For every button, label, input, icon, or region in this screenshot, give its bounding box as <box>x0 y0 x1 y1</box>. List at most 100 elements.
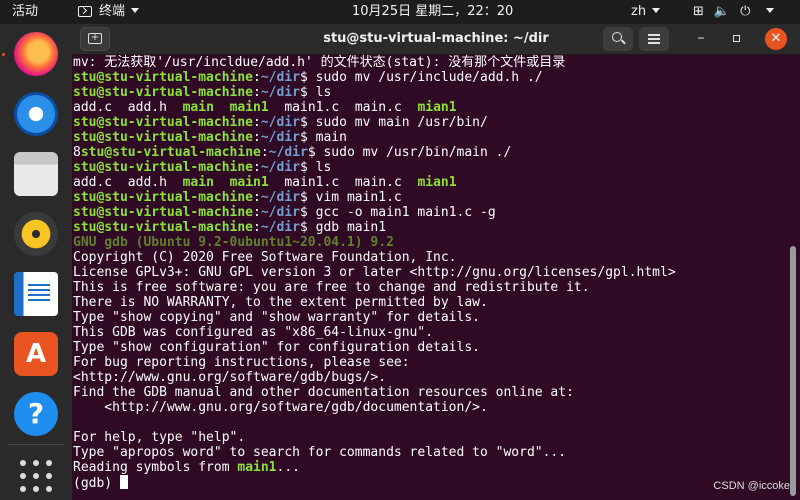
output-line: mv: 无法获取'/usr/incldue/add.h' 的文件状态(stat)… <box>73 55 566 70</box>
input-method-label: zh <box>631 4 647 19</box>
output-line: For help, type "help". <box>73 430 246 445</box>
chevron-down-icon <box>131 8 140 13</box>
chevron-down-icon <box>766 8 775 13</box>
prompt-symbol: $ <box>299 190 308 205</box>
file-name: main1.c <box>284 100 340 115</box>
rhythmbox-icon[interactable] <box>14 212 58 256</box>
dock-divider <box>8 444 64 445</box>
input-method-menu[interactable]: zh <box>631 0 661 24</box>
title-bar[interactable]: stu@stu-virtual-machine: ~/dir + – ✕ <box>72 24 800 55</box>
command-line: stu@stu-virtual-machine:~/dir$ ls <box>73 85 331 100</box>
gdb-prompt: (gdb) <box>73 476 120 491</box>
gdb-prompt-line: (gdb) <box>73 475 128 491</box>
minimize-button[interactable]: – <box>691 27 711 51</box>
search-button[interactable] <box>603 27 633 51</box>
command-line: stu@stu-virtual-machine:~/dir$ gdb main1 <box>73 220 386 235</box>
help-icon[interactable]: ? <box>14 392 58 436</box>
prompt-symbol: $ <box>299 85 308 100</box>
output-line: There is NO WARRANTY, to the extent perm… <box>73 295 488 310</box>
maximize-button[interactable] <box>727 27 747 51</box>
file-name: main1 <box>229 100 269 115</box>
prompt-separator: : <box>253 160 261 175</box>
command-text: ls <box>307 85 332 100</box>
activities-button[interactable]: 活动 <box>12 0 38 24</box>
command-line: stu@stu-virtual-machine:~/dir$ ls <box>73 160 331 175</box>
close-button[interactable]: ✕ <box>765 28 787 50</box>
output-line: Find the GDB manual and other documentat… <box>73 385 574 400</box>
prompt-separator: : <box>253 130 261 145</box>
prompt-separator: : <box>253 85 261 100</box>
prompt-path: ~/dir <box>260 190 300 205</box>
prompt-user-host: stu@stu-virtual-machine <box>73 70 254 85</box>
command-line: stu@stu-virtual-machine:~/dir$ sudo mv m… <box>73 115 488 130</box>
output-text: Reading symbols from <box>73 460 238 475</box>
prompt-path: ~/dir <box>260 70 300 85</box>
new-tab-icon: + <box>88 33 102 44</box>
file-name: main.c <box>354 100 402 115</box>
command-text: main <box>307 130 347 145</box>
ubuntu-software-icon[interactable]: A <box>14 332 58 376</box>
files-icon[interactable] <box>14 152 58 196</box>
prompt-user-host: stu@stu-virtual-machine <box>73 190 254 205</box>
prompt-separator: : <box>253 220 261 235</box>
text-cursor <box>119 475 128 489</box>
scrollbar[interactable] <box>790 246 796 496</box>
command-text: sudo mv /usr/bin/main ./ <box>315 145 512 160</box>
running-indicator <box>2 53 5 56</box>
new-tab-button[interactable]: + <box>80 27 110 51</box>
prompt-user-host: stu@stu-virtual-machine <box>73 220 254 235</box>
command-text: ls <box>307 160 332 175</box>
prompt-symbol: $ <box>299 130 308 145</box>
file-name: mian1 <box>417 175 457 190</box>
clock[interactable]: 10月25日 星期二，22：20 <box>352 0 513 24</box>
prompt-user-host: stu@stu-virtual-machine <box>73 160 254 175</box>
system-menu[interactable]: ⊞ 🔈 ⏻ <box>693 0 784 24</box>
terminal-icon <box>78 6 92 17</box>
firefox-icon[interactable] <box>14 32 58 76</box>
watermark: CSDN @iccoke <box>713 480 790 492</box>
network-icon: ⊞ <box>693 4 704 19</box>
terminal-output[interactable]: mv: 无法获取'/usr/incldue/add.h' 的文件状态(stat)… <box>73 55 789 500</box>
stray-text: 8 <box>73 145 81 160</box>
prompt-path: ~/dir <box>268 145 308 160</box>
reading-symbols-line: Reading symbols from main1... <box>73 460 300 475</box>
prompt-symbol: $ <box>299 205 308 220</box>
output-line: Type "apropos word" to search for comman… <box>73 445 567 460</box>
prompt-path: ~/dir <box>260 160 300 175</box>
command-line: stu@stu-virtual-machine:~/dir$ main <box>73 130 347 145</box>
output-line: <http://www.gnu.org/software/gdb/documen… <box>73 400 488 415</box>
output-text: ... <box>276 460 300 475</box>
app-menu[interactable]: 终端 <box>78 0 140 24</box>
file-name: main1.c <box>284 175 340 190</box>
volume-icon: 🔈 <box>713 4 731 19</box>
gdb-version-line: GNU gdb (Ubuntu 9.2-0ubuntu1~20.04.1) 9.… <box>73 235 394 250</box>
output-line: This is free software: you are free to c… <box>73 280 590 295</box>
file-name: main.c <box>354 175 402 190</box>
show-applications-icon[interactable] <box>14 452 58 496</box>
command-line: 8stu@stu-virtual-machine:~/dir$ sudo mv … <box>73 145 511 160</box>
libreoffice-writer-icon[interactable] <box>14 272 58 316</box>
file-name: add.c <box>73 175 113 190</box>
prompt-symbol: $ <box>299 70 308 85</box>
search-icon <box>612 32 622 42</box>
file-name: main1 <box>237 460 277 475</box>
thunderbird-icon[interactable] <box>14 92 58 136</box>
prompt-path: ~/dir <box>260 205 300 220</box>
file-name: main1 <box>229 175 269 190</box>
menu-button[interactable] <box>639 27 669 51</box>
output-line: For bug reporting instructions, please s… <box>73 355 410 370</box>
output-line: Copyright (C) 2020 Free Software Foundat… <box>73 250 457 265</box>
command-line: stu@stu-virtual-machine:~/dir$ sudo mv /… <box>73 70 543 85</box>
prompt-separator: : <box>253 190 261 205</box>
prompt-user-host: stu@stu-virtual-machine <box>73 115 254 130</box>
file-name: add.h <box>127 100 167 115</box>
output-line: Type "show copying" and "show warranty" … <box>73 310 480 325</box>
